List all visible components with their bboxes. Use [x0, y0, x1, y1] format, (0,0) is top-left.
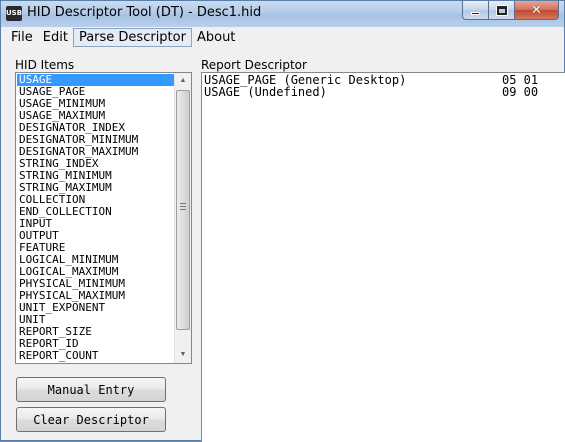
manual-entry-button[interactable]: Manual Entry — [16, 377, 166, 402]
minimize-button[interactable] — [462, 1, 489, 20]
maximize-icon — [495, 4, 508, 16]
scroll-up-arrow-icon[interactable]: ▲ — [175, 73, 191, 89]
title-bar[interactable]: USB HID Descriptor Tool (DT) - Desc1.hid… — [1, 1, 564, 27]
close-button[interactable]: ✕ — [515, 1, 559, 20]
menu-file[interactable]: File — [6, 29, 38, 46]
hid-items-listbox[interactable]: USAGE USAGE_PAGE USAGE_MINIMUM USAGE_MAXIMU… — [15, 72, 192, 364]
report-item-bytes: 09 00 — [502, 85, 539, 99]
report-descriptor-label: Report Descriptor — [201, 58, 307, 72]
report-row[interactable]: USAGE (Undefined) 09 00 — [204, 86, 564, 99]
menu-about[interactable]: About — [192, 29, 240, 46]
clear-descriptor-button[interactable]: Clear Descriptor — [16, 407, 166, 432]
grip-icon — [180, 203, 186, 210]
minimize-icon — [471, 11, 480, 15]
menu-edit[interactable]: Edit — [38, 29, 73, 46]
close-icon: ✕ — [531, 2, 542, 18]
report-descriptor-box[interactable]: USAGE_PAGE (Generic Desktop) 05 01 USAGE (… — [201, 72, 565, 442]
report-item-text: USAGE (Undefined) — [204, 85, 327, 99]
app-window: USB HID Descriptor Tool (DT) - Desc1.hid… — [0, 0, 565, 442]
hid-items-label: HID Items — [15, 58, 75, 72]
hid-items-list: USAGE USAGE_PAGE USAGE_MINIMUM USAGE_MAXIMU… — [17, 74, 175, 362]
list-item[interactable]: REPORT_COUNT — [17, 350, 175, 362]
usb-app-icon: USB — [6, 6, 22, 21]
listbox-scrollbar[interactable]: ▲ ▼ — [174, 73, 191, 363]
menu-parse-descriptor[interactable]: Parse Descriptor — [72, 27, 192, 47]
window-title: HID Descriptor Tool (DT) - Desc1.hid — [27, 5, 262, 20]
caption-buttons: ✕ — [462, 1, 559, 20]
scrollbar-thumb[interactable] — [176, 90, 190, 330]
scroll-down-arrow-icon[interactable]: ▼ — [175, 347, 191, 363]
menu-bar: File Edit Parse Descriptor About — [1, 27, 564, 47]
maximize-button[interactable] — [489, 1, 515, 20]
